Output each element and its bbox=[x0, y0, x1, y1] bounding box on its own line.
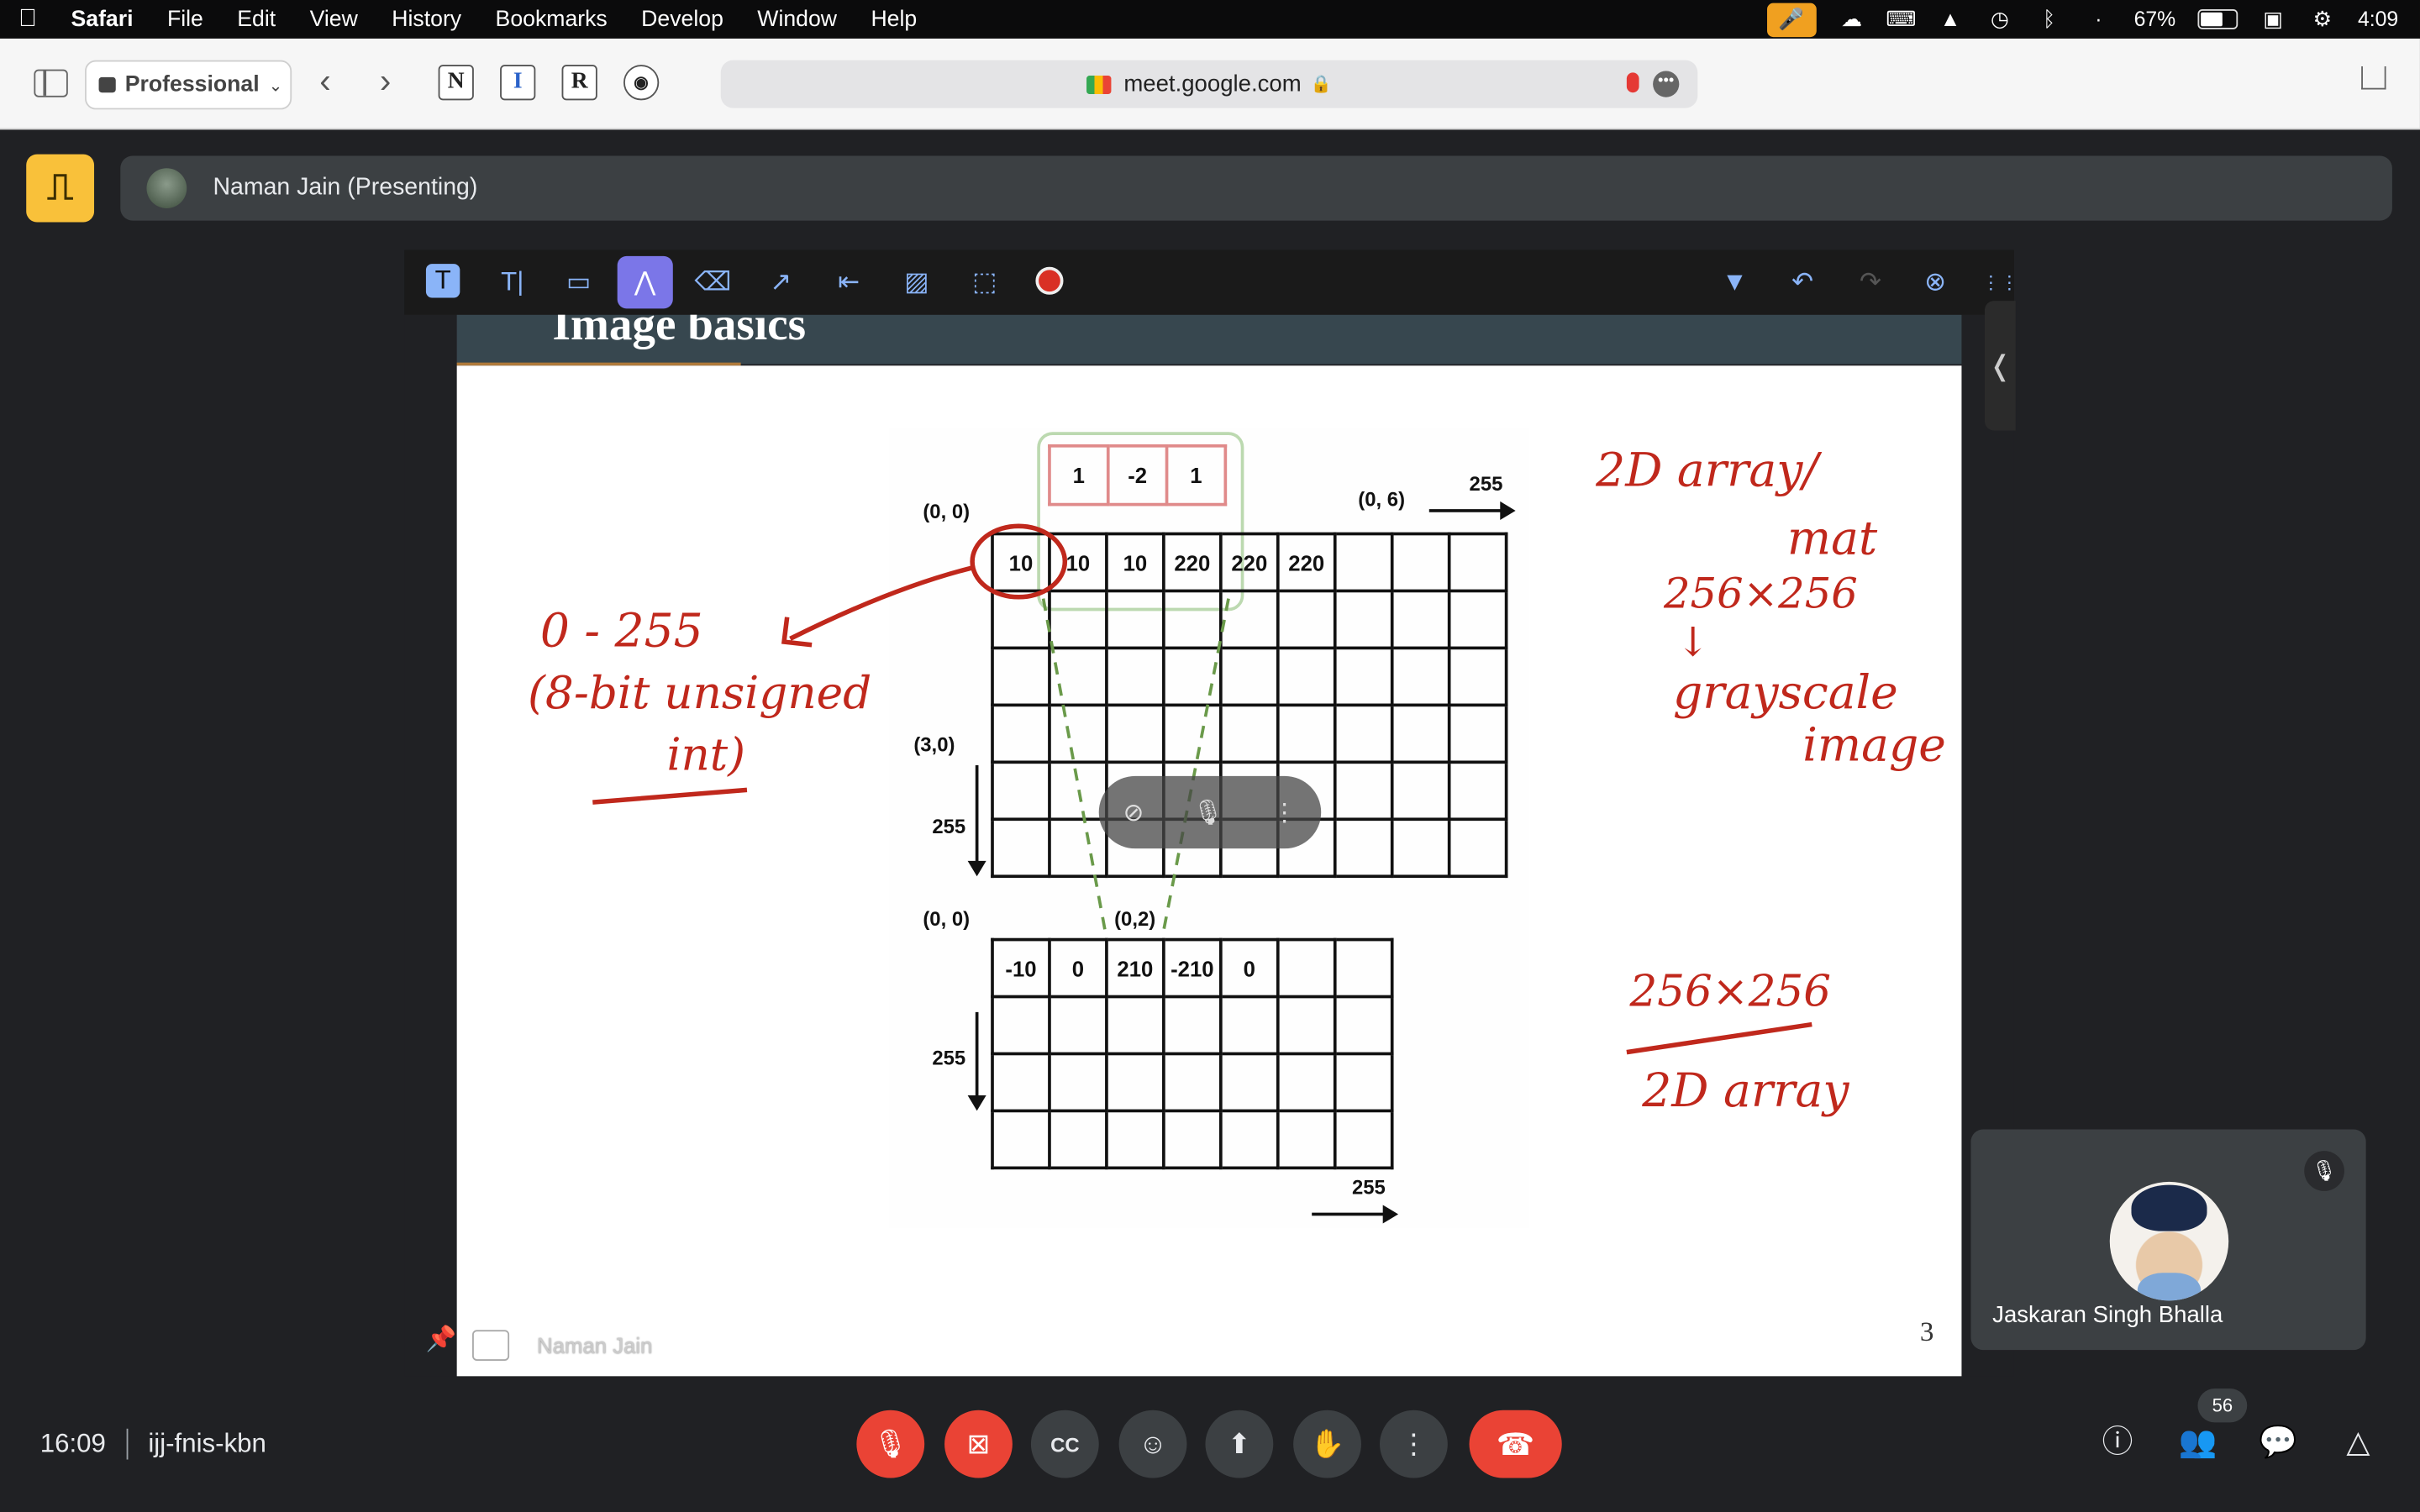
participant-count-badge: 56 bbox=[2197, 1389, 2248, 1423]
ink-right-5: image bbox=[1802, 718, 1946, 774]
present-icon: ⬆ bbox=[1228, 1427, 1251, 1459]
ink-range-note-2: int) bbox=[666, 727, 745, 781]
activities-icon[interactable]: △ bbox=[2338, 1422, 2379, 1462]
phone-hangup-icon: ☎ bbox=[1496, 1427, 1535, 1462]
captions-icon: CC bbox=[1050, 1432, 1080, 1456]
captions-button[interactable]: CC bbox=[1030, 1410, 1099, 1478]
camera-off-icon: ⊠ bbox=[966, 1427, 991, 1459]
raise-hand-button[interactable]: ✋ bbox=[1293, 1410, 1361, 1478]
end-call-button[interactable]: ☎ bbox=[1469, 1410, 1562, 1478]
meeting-code: ijj-fnis-kbn bbox=[148, 1428, 266, 1458]
divider bbox=[126, 1428, 129, 1460]
ink-right-4: grayscale bbox=[1672, 666, 1898, 721]
participant-name: Jaskaran Singh Bhalla bbox=[1992, 1302, 2223, 1329]
info-icon[interactable]: ⓘ bbox=[2097, 1422, 2138, 1462]
mute-icon[interactable]: 🎙 bbox=[1192, 797, 1223, 828]
mic-off-button[interactable]: 🎙 bbox=[856, 1410, 925, 1478]
muted-icon: 🎙 bbox=[2304, 1151, 2344, 1191]
ink-right-6: 256×256 bbox=[1629, 965, 1831, 1017]
emoji-button[interactable]: ☺ bbox=[1118, 1410, 1187, 1478]
participant-tile[interactable]: 🎙 Jaskaran Singh Bhalla bbox=[1970, 1129, 2366, 1351]
chat-icon[interactable]: 💬 bbox=[2258, 1422, 2298, 1462]
emoji-icon: ☺ bbox=[1139, 1427, 1167, 1459]
ink-right-2: mat bbox=[1786, 512, 1878, 567]
camera-off-button[interactable]: ⊠ bbox=[944, 1410, 1013, 1478]
present-button[interactable]: ⬆ bbox=[1205, 1410, 1274, 1478]
more-options-icon[interactable]: ⋮ bbox=[1272, 797, 1297, 828]
ink-arrow-down: ↓ bbox=[1676, 620, 1710, 667]
unpin-icon[interactable]: ⊘ bbox=[1123, 797, 1144, 828]
more-vert-icon: ⋮ bbox=[1399, 1427, 1428, 1459]
ink-range-note-1: (8-bit unsigned bbox=[528, 666, 872, 719]
ink-right-7: 2D array bbox=[1642, 1064, 1849, 1119]
more-options-button[interactable]: ⋮ bbox=[1380, 1410, 1448, 1478]
hand-icon: ✋ bbox=[1309, 1427, 1345, 1459]
mic-off-icon: 🎙 bbox=[872, 1427, 908, 1459]
ink-right-1: 2D array/ bbox=[1596, 444, 1818, 499]
people-icon[interactable]: 👥 bbox=[2178, 1422, 2218, 1462]
participant-avatar bbox=[2109, 1181, 2229, 1301]
ink-range: 0 - 255 bbox=[539, 604, 703, 659]
ink-right-3: 256×256 bbox=[1663, 570, 1858, 619]
tile-controls: ⊘ 🎙 ⋮ bbox=[1098, 775, 1322, 849]
meeting-clock: 16:09 bbox=[39, 1428, 106, 1458]
